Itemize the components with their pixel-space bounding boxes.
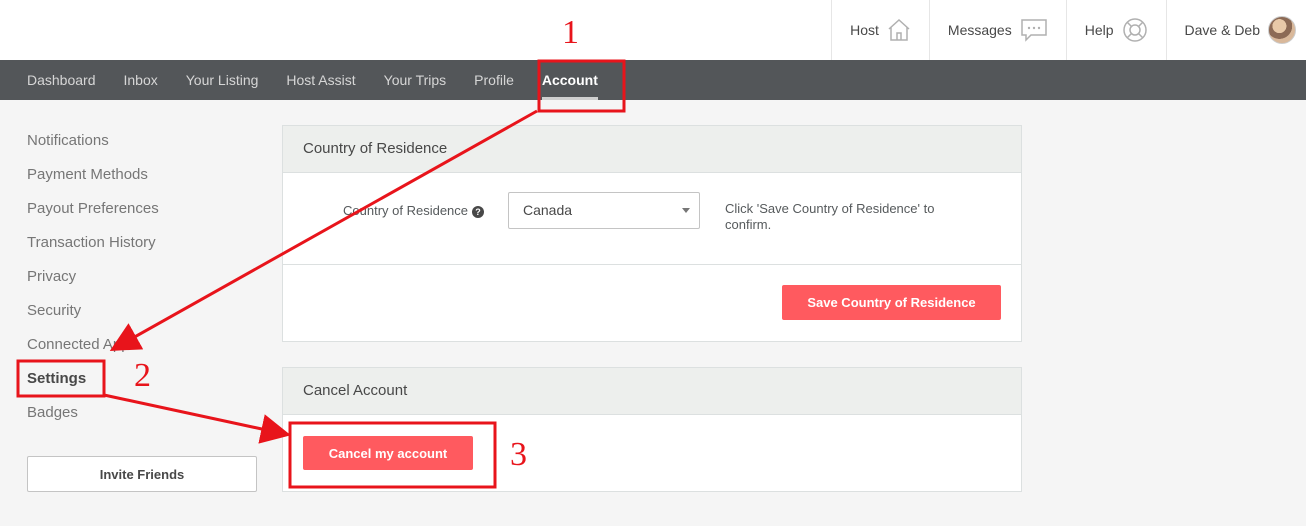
- lifebuoy-icon: [1122, 17, 1148, 43]
- cancel-account-button[interactable]: Cancel my account: [303, 436, 473, 470]
- avatar: [1268, 16, 1296, 44]
- country-panel-body: Country of Residence? Canada Click 'Save…: [283, 173, 1021, 343]
- step-number-2: 2: [134, 357, 151, 394]
- save-country-button[interactable]: Save Country of Residence: [782, 285, 1001, 320]
- tab-dashboard[interactable]: Dashboard: [13, 60, 110, 100]
- tab-host-assist[interactable]: Host Assist: [272, 60, 369, 100]
- country-select[interactable]: Canada: [508, 192, 700, 229]
- panel-title: Cancel Account: [283, 368, 1021, 415]
- secondary-nav: Dashboard Inbox Your Listing Host Assist…: [0, 60, 1306, 100]
- sidebar-item-badges[interactable]: Badges: [27, 396, 267, 430]
- top-header: Host Messages Help Dave & Deb: [0, 0, 1306, 60]
- help-label: Help: [1084, 22, 1114, 38]
- tab-your-trips[interactable]: Your Trips: [370, 60, 461, 100]
- invite-friends-button[interactable]: Invite Friends: [27, 456, 257, 492]
- sidebar-item-payment-methods[interactable]: Payment Methods: [27, 158, 267, 192]
- messages-link[interactable]: Messages: [928, 0, 1066, 60]
- tab-account[interactable]: Account: [528, 60, 612, 100]
- country-field-label-text: Country of Residence: [343, 203, 469, 218]
- user-name: Dave & Deb: [1184, 22, 1260, 38]
- house-icon: [887, 18, 911, 42]
- chevron-down-icon: [682, 208, 690, 213]
- top-nav: Host Messages Help Dave & Deb: [831, 0, 1306, 60]
- sidebar-item-transaction-history[interactable]: Transaction History: [27, 226, 267, 260]
- sidebar-item-payout-preferences[interactable]: Payout Preferences: [27, 192, 267, 226]
- sidebar-item-security[interactable]: Security: [27, 294, 267, 328]
- country-select-value: Canada: [523, 202, 573, 218]
- help-link[interactable]: Help: [1065, 0, 1166, 60]
- sidebar-item-privacy[interactable]: Privacy: [27, 260, 267, 294]
- host-link[interactable]: Host: [831, 0, 929, 60]
- step-number-3: 3: [510, 436, 527, 473]
- step-number-1: 1: [562, 14, 579, 51]
- question-circle-icon[interactable]: ?: [472, 206, 485, 218]
- panel-title: Country of Residence: [283, 126, 1021, 173]
- sidebar-item-notifications[interactable]: Notifications: [27, 124, 267, 158]
- tab-inbox[interactable]: Inbox: [110, 60, 172, 100]
- tab-your-listing[interactable]: Your Listing: [172, 60, 273, 100]
- chat-bubble-icon: [1020, 18, 1048, 42]
- save-hint-text: Click 'Save Country of Residence' to con…: [725, 201, 935, 232]
- tab-profile[interactable]: Profile: [460, 60, 528, 100]
- messages-label: Messages: [947, 22, 1012, 38]
- host-label: Host: [850, 22, 879, 38]
- country-field-label: Country of Residence?: [343, 203, 485, 218]
- user-menu[interactable]: Dave & Deb: [1165, 0, 1306, 60]
- cancel-account-panel: Cancel Account Cancel my account: [282, 367, 1022, 492]
- country-of-residence-panel: Country of Residence Country of Residenc…: [282, 125, 1022, 342]
- divider: [283, 264, 1021, 265]
